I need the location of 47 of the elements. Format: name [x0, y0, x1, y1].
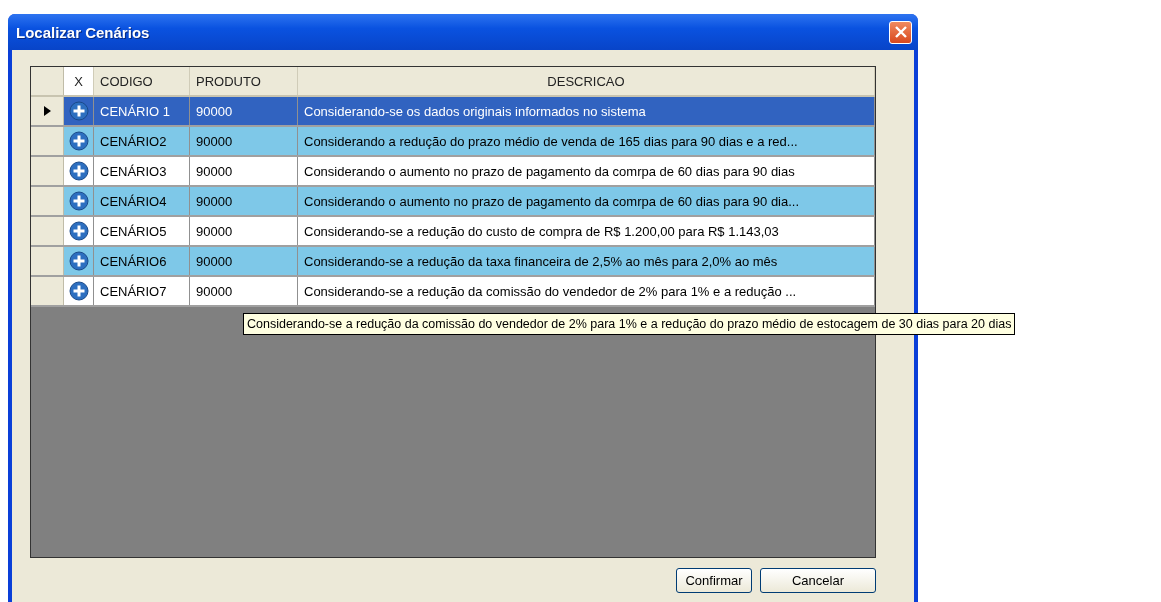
table-cell: 90000	[190, 157, 298, 185]
table-cell: CENÁRIO5	[94, 217, 190, 245]
plus-icon[interactable]	[68, 101, 89, 121]
table-row[interactable]: CENÁRIO5 90000 Considerando-se a redução do custo de compra de R$ 1.200,00 para R$ 1.143,03	[31, 217, 875, 247]
plus-icon[interactable]	[68, 191, 89, 211]
row-header[interactable]	[31, 97, 64, 125]
table-row[interactable]: CENÁRIO7 90000 Considerando-se a redução da comissão do vendedor de 2% para 1% e a redução ...	[31, 277, 875, 307]
table-cell: 90000	[190, 127, 298, 155]
table-row[interactable]: CENÁRIO3 90000 Considerando o aumento no prazo de pagamento da comrpa de 60 dias para 90 dias	[31, 157, 875, 187]
table-cell: 90000	[190, 277, 298, 305]
table-cell: 90000	[190, 187, 298, 215]
window-title: Localizar Cenários	[16, 23, 150, 41]
table-cell: Considerando-se a redução da comissão do vendedor de 2% para 1% e a redução ...	[298, 277, 875, 305]
table-cell: CENÁRIO6	[94, 247, 190, 275]
plus-icon[interactable]	[68, 131, 89, 151]
table-row[interactable]: CENÁRIO2 90000 Considerando a redução do prazo médio de venda de 165 dias para 90 dias e a red...	[31, 127, 875, 157]
table-row[interactable]: CENÁRIO 1 90000 Considerando-se os dados originais informados no sistema	[31, 97, 875, 127]
tooltip: Considerando-se a redução da comissão do vendedor de 2% para 1% e a redução do prazo médio de estocagem de 30 dias para 20 dias	[243, 313, 1016, 335]
table-cell: Considerando-se os dados originais informados no sistema	[298, 97, 875, 125]
column-header[interactable]: X	[64, 67, 94, 95]
table-cell: 90000	[190, 217, 298, 245]
table-cell: CENÁRIO3	[94, 157, 190, 185]
plus-icon[interactable]	[68, 221, 89, 241]
table-cell: CENÁRIO2	[94, 127, 190, 155]
column-header[interactable]: CODIGO	[94, 67, 190, 95]
table-cell: Considerando-se a redução do custo de compra de R$ 1.200,00 para R$ 1.143,03	[298, 217, 875, 245]
column-header[interactable]: PRODUTO	[190, 67, 298, 95]
dialog-button[interactable]: Cancelar	[760, 568, 876, 593]
table-cell: Considerando-se a redução da taxa financeira de 2,5% ao mês para 2,0% ao mês	[298, 247, 875, 275]
table-row[interactable]: CENÁRIO4 90000 Considerando o aumento no prazo de pagamento da comrpa de 60 dias para 90 dia...	[31, 187, 875, 217]
table-cell: CENÁRIO7	[94, 277, 190, 305]
close-icon	[893, 25, 908, 39]
table-cell: 90000	[190, 247, 298, 275]
plus-icon[interactable]	[68, 281, 89, 301]
table-cell: Considerando a redução do prazo médio de venda de 165 dias para 90 dias e a red...	[298, 127, 875, 155]
plus-icon[interactable]	[68, 251, 89, 271]
table-row[interactable]: CENÁRIO6 90000 Considerando-se a redução da taxa financeira de 2,5% ao mês para 2,0% ao mês	[31, 247, 875, 277]
dialog-button[interactable]: Confirmar	[676, 568, 752, 593]
row-pointer-icon	[43, 106, 51, 116]
plus-icon[interactable]	[68, 161, 89, 181]
table-cell: CENÁRIO 1	[94, 97, 190, 125]
table-cell: 90000	[190, 97, 298, 125]
close-button[interactable]	[889, 20, 912, 44]
table-cell: CENÁRIO4	[94, 187, 190, 215]
column-header[interactable]: DESCRICAO	[298, 67, 875, 95]
table-cell: Considerando o aumento no prazo de pagamento da comrpa de 60 dias para 90 dia...	[298, 187, 875, 215]
table-cell: Considerando o aumento no prazo de pagamento da comrpa de 60 dias para 90 dias	[298, 157, 875, 185]
